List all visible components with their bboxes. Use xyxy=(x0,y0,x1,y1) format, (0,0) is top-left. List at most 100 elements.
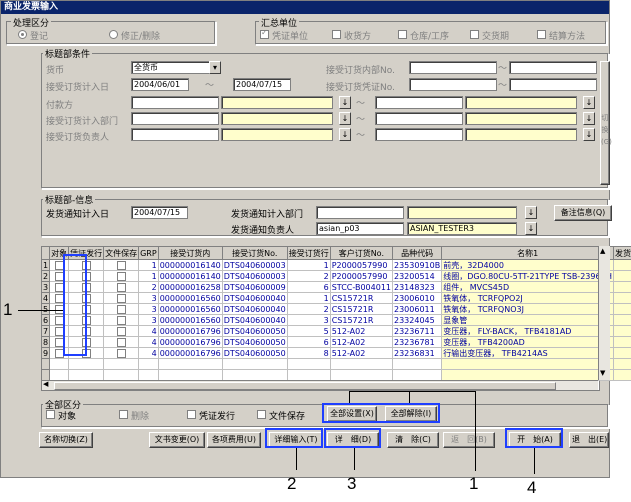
ship-dept-search[interactable]: ↓ xyxy=(525,206,537,219)
summary-chk-warehouse[interactable] xyxy=(398,30,407,39)
radio-register[interactable] xyxy=(18,30,27,39)
payer-search-to[interactable]: ↓ xyxy=(583,96,595,109)
all-chk-file[interactable] xyxy=(257,410,266,419)
table-row[interactable]: 3 2 000000016258 DTS040600009 6 STCC-B004011 2… xyxy=(40,281,631,293)
dept-search-to[interactable]: ↓ xyxy=(583,112,595,125)
table-row[interactable]: 1 1 000000016140 DTS040600003 1 P2000057990 23… xyxy=(40,259,631,271)
row-cust: 512-A02 xyxy=(329,347,394,359)
checkbox-icon[interactable] xyxy=(116,293,126,303)
col-file[interactable]: 文件保存 xyxy=(103,246,140,260)
all-label-file: 文件保存 xyxy=(269,412,306,422)
row-number: 5 xyxy=(40,303,51,315)
dept-code-from[interactable] xyxy=(131,112,219,125)
order-voucher-no-from[interactable] xyxy=(409,78,497,91)
all-chk-delete[interactable] xyxy=(119,410,128,419)
ship-person-code[interactable]: asian_p03 xyxy=(316,222,404,235)
checkbox-icon[interactable] xyxy=(116,326,126,336)
fees-button[interactable]: 各项费用(U) xyxy=(207,432,261,448)
header-info-legend: 标题部-信息 xyxy=(43,193,96,206)
summary-chk-delivery[interactable] xyxy=(470,30,479,39)
dept-code-to[interactable] xyxy=(375,112,463,125)
table-row[interactable]: 7 4 000000016796 DTS040600050 5 512-A02 232367… xyxy=(40,325,631,337)
order-date-to[interactable]: 2004/07/15 xyxy=(233,78,291,91)
person-search-from[interactable]: ↓ xyxy=(339,128,351,141)
row-file-checkbox[interactable] xyxy=(103,325,140,337)
person-search-to[interactable]: ↓ xyxy=(583,128,595,141)
all-chk-object[interactable] xyxy=(46,410,55,419)
checkbox-icon[interactable] xyxy=(116,315,126,325)
row-ship xyxy=(613,347,631,359)
table-row[interactable]: 5 3 000000016560 DTS040600040 2 CS15721R 23006… xyxy=(40,303,631,315)
col-ship[interactable]: 发货通 xyxy=(613,246,631,260)
table-row[interactable]: 6 3 000000016560 DTS040600040 3 CS15721R 23324… xyxy=(40,314,631,326)
col-grp[interactable]: GRP xyxy=(138,246,159,260)
checkbox-icon[interactable] xyxy=(116,271,126,281)
table-row[interactable]: 9 4 000000016796 DTS040600050 8 512-A02 232368… xyxy=(40,347,631,359)
empty-cell xyxy=(40,358,51,370)
col-cust[interactable]: 客户订货No. xyxy=(329,246,394,260)
col-inner[interactable]: 接受订货内 xyxy=(157,246,223,260)
row-name: 变压器， TFB4200AD xyxy=(441,336,615,348)
summary-chk-settlement[interactable] xyxy=(537,30,546,39)
order-voucher-no-to[interactable] xyxy=(509,78,597,91)
grid-vscrollbar[interactable] xyxy=(598,246,610,380)
payer-code-from[interactable] xyxy=(131,96,219,109)
ship-dept-code[interactable] xyxy=(316,206,404,219)
row-file-checkbox[interactable] xyxy=(103,303,140,315)
all-chk-voucher[interactable] xyxy=(187,410,196,419)
checkbox-icon[interactable] xyxy=(116,260,126,270)
ship-date-input[interactable]: 2004/07/15 xyxy=(131,206,188,219)
col-name[interactable]: 名称1 xyxy=(441,246,615,260)
row-file-checkbox[interactable] xyxy=(103,347,140,359)
currency-dropdown-icon[interactable]: ▾ xyxy=(209,61,221,74)
order-inner-no-from[interactable] xyxy=(409,61,497,74)
clear-button[interactable]: 清 除(C) xyxy=(387,432,439,448)
summary-chk-voucher[interactable] xyxy=(260,28,269,39)
scroll-down-icon[interactable]: ▼ xyxy=(600,369,605,377)
person-code-from[interactable] xyxy=(131,128,219,141)
empty-cell xyxy=(441,358,615,370)
doc-change-button[interactable]: 文书变更(O) xyxy=(149,432,205,448)
checkbox-icon[interactable] xyxy=(116,304,126,314)
row-file-checkbox[interactable] xyxy=(103,314,140,326)
callout-line-1b-l xyxy=(349,391,350,403)
order-date-tilde: 〜 xyxy=(205,81,215,91)
name-switch-button[interactable]: 名称切换(Z) xyxy=(39,432,93,448)
currency-select[interactable]: 全货币 xyxy=(131,61,221,74)
currency-label: 货币 xyxy=(46,66,65,76)
summary-chk-receiver[interactable] xyxy=(332,30,341,39)
payer-name-from xyxy=(221,96,333,109)
memo-button[interactable]: 备注信息(Q) xyxy=(554,205,612,221)
order-inner-no-to[interactable] xyxy=(509,61,597,74)
col-line[interactable]: 接受订货行 xyxy=(286,246,331,260)
person-code-to[interactable] xyxy=(375,128,463,141)
table-row[interactable]: 8 4 000000016796 DTS040600050 6 512-A02 232367… xyxy=(40,336,631,348)
switch-button[interactable]: 切换(G) xyxy=(600,61,612,185)
table-row[interactable]: 4 3 000000016560 DTS040600040 1 CS15721R 23006… xyxy=(40,292,631,304)
order-date-from[interactable]: 2004/06/01 xyxy=(131,78,189,91)
row-file-checkbox[interactable] xyxy=(103,281,140,293)
checkbox-icon[interactable] xyxy=(116,337,126,347)
hscroll-thumb[interactable] xyxy=(54,382,556,390)
exit-button[interactable]: 退 出(E) xyxy=(569,432,609,448)
radio-modify[interactable] xyxy=(109,30,118,39)
callout-box-detail-input xyxy=(265,428,323,448)
scroll-left-icon[interactable]: ◀ xyxy=(43,380,48,388)
row-file-checkbox[interactable] xyxy=(103,292,140,304)
row-grp: 1 xyxy=(138,259,159,271)
scroll-up-icon[interactable]: ▲ xyxy=(600,247,605,255)
dept-search-from[interactable]: ↓ xyxy=(339,112,351,125)
ship-person-search[interactable]: ↓ xyxy=(525,222,537,235)
row-file-checkbox[interactable] xyxy=(103,336,140,348)
row-file-checkbox[interactable] xyxy=(103,270,140,282)
table-row[interactable]: 2 1 000000016140 DTS040600003 2 P2000057990 23… xyxy=(40,270,631,282)
checkbox-icon[interactable] xyxy=(116,348,126,358)
row-file-checkbox[interactable] xyxy=(103,259,140,271)
col-orderno[interactable]: 接受订货No. xyxy=(221,246,288,260)
back-button[interactable]: 返 回(B) xyxy=(443,432,495,448)
payer-code-to[interactable] xyxy=(375,96,463,109)
row-line: 6 xyxy=(286,336,331,348)
payer-search-from[interactable]: ↓ xyxy=(339,96,351,109)
checkbox-icon[interactable] xyxy=(116,282,126,292)
col-item[interactable]: 品种代码 xyxy=(391,246,443,260)
